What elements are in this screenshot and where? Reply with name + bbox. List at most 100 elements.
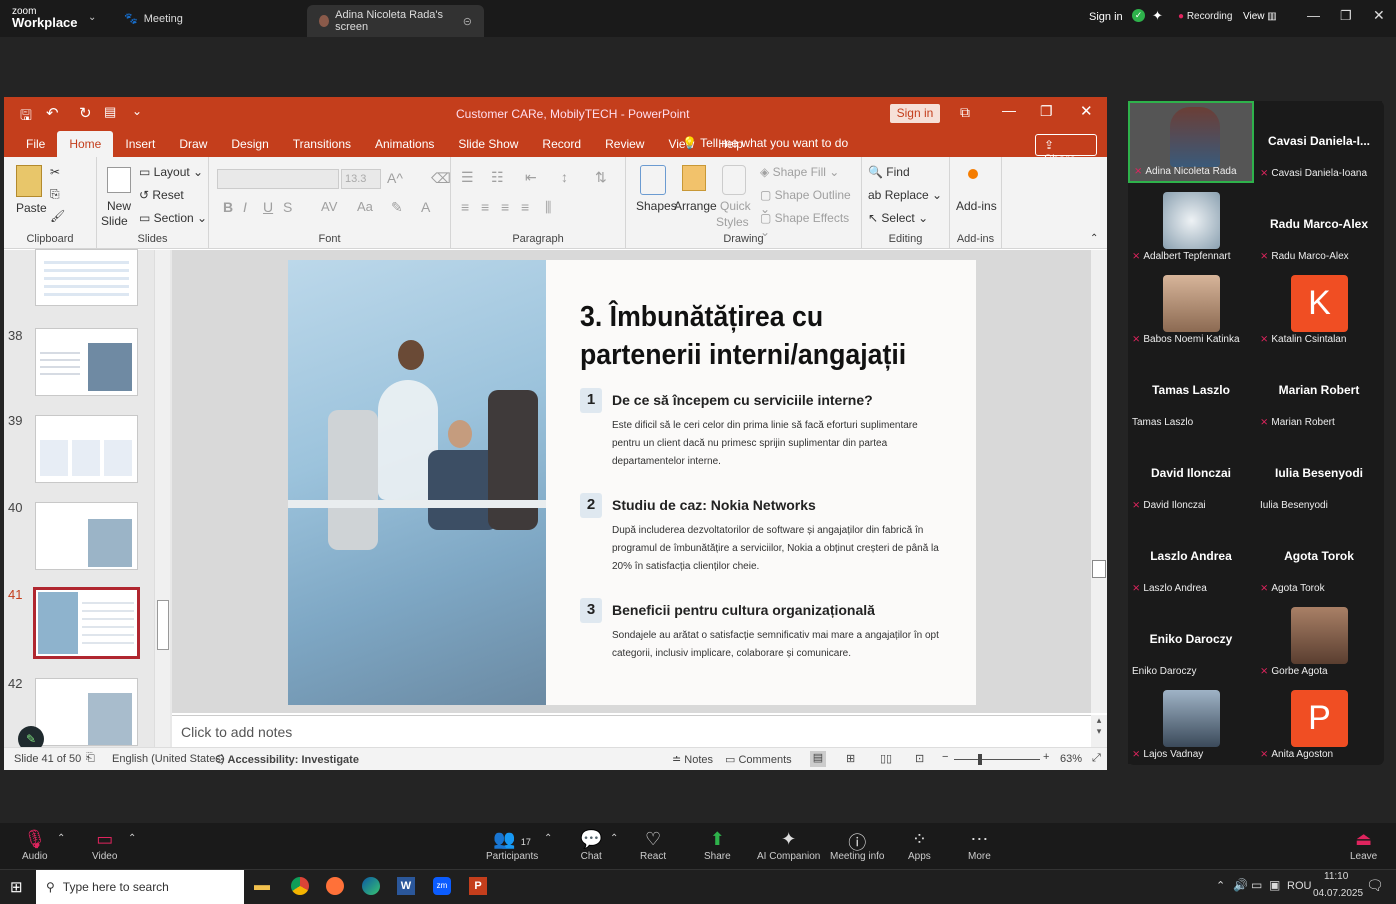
tell-me-search[interactable]: 💡 Tell me what you want to do xyxy=(682,136,848,150)
justify-icon[interactable]: ≡ xyxy=(521,199,529,215)
underline-icon[interactable]: U xyxy=(263,199,273,215)
cut-icon[interactable]: ✂ xyxy=(50,165,60,179)
slide-thumbnails-pane[interactable]: 38 39 40 41 42 ✎ xyxy=(4,249,172,752)
font-size-input[interactable]: 13.3 xyxy=(341,169,381,189)
share-screen-button[interactable]: ⬆ Share xyxy=(704,829,731,862)
italic-icon[interactable]: I xyxy=(243,199,247,215)
restore-icon[interactable]: ❐ xyxy=(1340,8,1352,24)
more-icon[interactable]: ⊝ xyxy=(463,15,472,28)
highlight-icon[interactable]: ✎ xyxy=(391,199,403,216)
chevron-up-icon[interactable]: ⌃ xyxy=(57,833,65,844)
sparkle-icon[interactable]: ✦ xyxy=(1152,8,1163,24)
save-icon[interactable]: 🖫 xyxy=(20,105,32,129)
participant-tile[interactable]: ⨯ Gorbe Agota xyxy=(1256,599,1382,681)
slideshow-view-icon[interactable]: ⊡ xyxy=(915,752,924,765)
font-color-icon[interactable]: A xyxy=(421,199,430,215)
customize-icon[interactable]: ⌄ xyxy=(132,104,142,118)
tab-insert[interactable]: Insert xyxy=(113,131,167,157)
numbering-icon[interactable]: ☷ xyxy=(491,169,504,186)
addins-button[interactable]: Add-ins xyxy=(956,199,997,213)
participants-button[interactable]: 👥 17 Participants xyxy=(486,829,538,862)
more-button[interactable]: ⋯ More xyxy=(968,829,991,862)
ppt-maximize-icon[interactable]: ❐ xyxy=(1040,103,1053,120)
taskbar-search[interactable]: ⚲ Type here to search xyxy=(36,870,244,904)
font-name-input[interactable] xyxy=(217,169,339,189)
collapse-ribbon-icon[interactable]: ⌃ xyxy=(1090,233,1098,244)
participant-tile[interactable]: Radu Marco-Alex ⨯ Radu Marco-Alex xyxy=(1256,184,1382,266)
zoom-app-icon[interactable]: zm xyxy=(433,877,451,895)
current-slide[interactable]: 3. Îmbunătățirea cu partenerii interni/a… xyxy=(288,260,976,705)
indent-icon[interactable]: ⇤ xyxy=(525,169,537,186)
participant-tile[interactable]: Tamas Laszlo Tamas Laszlo xyxy=(1128,350,1254,432)
fit-slide-icon[interactable]: ⤢ xyxy=(1092,752,1101,765)
change-case-icon[interactable]: Aa xyxy=(357,199,373,214)
input-language[interactable]: ROU xyxy=(1287,880,1311,892)
sign-in-link[interactable]: Sign in xyxy=(1089,11,1123,23)
align-right-icon[interactable]: ≡ xyxy=(501,199,509,215)
clear-format-icon[interactable]: ⌫ xyxy=(431,170,451,187)
battery-icon[interactable]: ▣ xyxy=(1269,878,1280,892)
audio-button[interactable]: 🎙 Audio xyxy=(22,829,48,862)
zoom-out-icon[interactable]: − xyxy=(942,751,948,763)
minimize-icon[interactable]: — xyxy=(1307,8,1320,23)
participant-tile[interactable]: ⨯ Babos Noemi Katinka xyxy=(1128,267,1254,349)
recording-indicator[interactable]: ● Recording xyxy=(1178,11,1232,22)
share-button[interactable]: ⇪ Share xyxy=(1035,134,1097,166)
tab-record[interactable]: Record xyxy=(530,131,593,157)
addins-icon[interactable] xyxy=(968,169,978,179)
chat-button[interactable]: 💬 Chat xyxy=(580,829,602,862)
participant-tile[interactable]: Cavasi Daniela-I... ⨯ Cavasi Daniela-Ioana xyxy=(1256,101,1382,183)
align-left-icon[interactable]: ≡ xyxy=(461,199,469,215)
meeting-info-button[interactable]: ⓘ Meeting info xyxy=(830,829,884,862)
participant-tile[interactable]: ⨯ Adalbert Tepfennart xyxy=(1128,184,1254,266)
volume-icon[interactable]: 🔊 xyxy=(1233,878,1248,892)
normal-view-icon[interactable]: ▤ xyxy=(810,751,826,767)
find-button[interactable]: 🔍 Find xyxy=(868,165,910,179)
ppt-close-icon[interactable]: ✕ xyxy=(1080,102,1093,120)
powerpoint-icon[interactable]: P xyxy=(469,877,487,895)
shared-screen-tab[interactable]: Adina Nicoleta Rada's screen ⊝ xyxy=(307,5,484,37)
bold-icon[interactable]: B xyxy=(223,199,233,215)
clock-time[interactable]: 11:10 xyxy=(1324,871,1348,882)
shape-fill-button[interactable]: ◈ Shape Fill ⌄ xyxy=(760,165,839,179)
slide-thumbnail[interactable] xyxy=(35,328,138,396)
slide-thumbnail-active[interactable] xyxy=(33,587,140,659)
participant-tile[interactable]: K ⨯ Katalin Csintalan xyxy=(1256,267,1382,349)
participant-tile[interactable]: Agota Torok ⨯ Agota Torok xyxy=(1256,516,1382,598)
apps-button[interactable]: ⁘ Apps xyxy=(908,829,931,862)
reset-button[interactable]: ↺ Reset xyxy=(139,188,184,202)
zoom-level[interactable]: 63% xyxy=(1060,753,1082,765)
ppt-sign-in-button[interactable]: Sign in xyxy=(890,104,940,123)
slide-sorter-icon[interactable]: ⊞ xyxy=(846,752,855,765)
thumbnails-scrollbar[interactable] xyxy=(154,250,170,747)
notes-pane[interactable]: Click to add notes xyxy=(172,715,1091,747)
text-direction-icon[interactable]: ⇅ xyxy=(595,169,607,186)
meeting-tab[interactable]: 🐾 Meeting xyxy=(112,0,195,37)
shapes-icon[interactable] xyxy=(640,165,666,195)
view-button[interactable]: View ▥ xyxy=(1243,11,1277,22)
increase-font-icon[interactable]: A^ xyxy=(387,170,403,186)
shield-check-icon[interactable]: ✓ xyxy=(1132,9,1145,22)
tray-chevron-icon[interactable]: ⌃ xyxy=(1216,879,1225,892)
undo-icon[interactable]: ↶ xyxy=(46,104,59,122)
paste-button[interactable]: Paste xyxy=(16,201,47,215)
arrange-button[interactable]: Arrange xyxy=(674,199,717,213)
accessibility-status[interactable]: ⚇ Accessibility: Investigate xyxy=(215,753,359,766)
paste-icon[interactable] xyxy=(16,165,42,197)
select-button[interactable]: ↖ Select ⌄ xyxy=(868,211,928,225)
slide-thumbnail[interactable] xyxy=(35,502,138,570)
chevron-up-icon[interactable]: ⌃ xyxy=(128,833,136,844)
quick-styles-icon[interactable] xyxy=(722,165,746,195)
participant-tile[interactable]: ⨯ Lajos Vadnay xyxy=(1128,682,1254,764)
slide-thumbnail[interactable] xyxy=(35,415,138,483)
windows-start-icon[interactable]: ⊞ xyxy=(10,878,23,896)
section-button[interactable]: ▭ Section ⌄ xyxy=(139,211,207,225)
slide-thumbnail[interactable] xyxy=(35,249,138,306)
redo-icon[interactable]: ↻ xyxy=(79,104,92,122)
language-indicator[interactable]: English (United States) xyxy=(112,753,225,765)
zoom-in-icon[interactable]: + xyxy=(1043,751,1049,763)
notes-toggle[interactable]: ≐ Notes xyxy=(672,753,713,766)
shapes-button[interactable]: Shapes xyxy=(636,199,677,213)
participant-tile[interactable]: David Ilonczai ⨯ David Ilonczai xyxy=(1128,433,1254,515)
format-painter-icon[interactable]: 🖌 xyxy=(50,209,65,223)
